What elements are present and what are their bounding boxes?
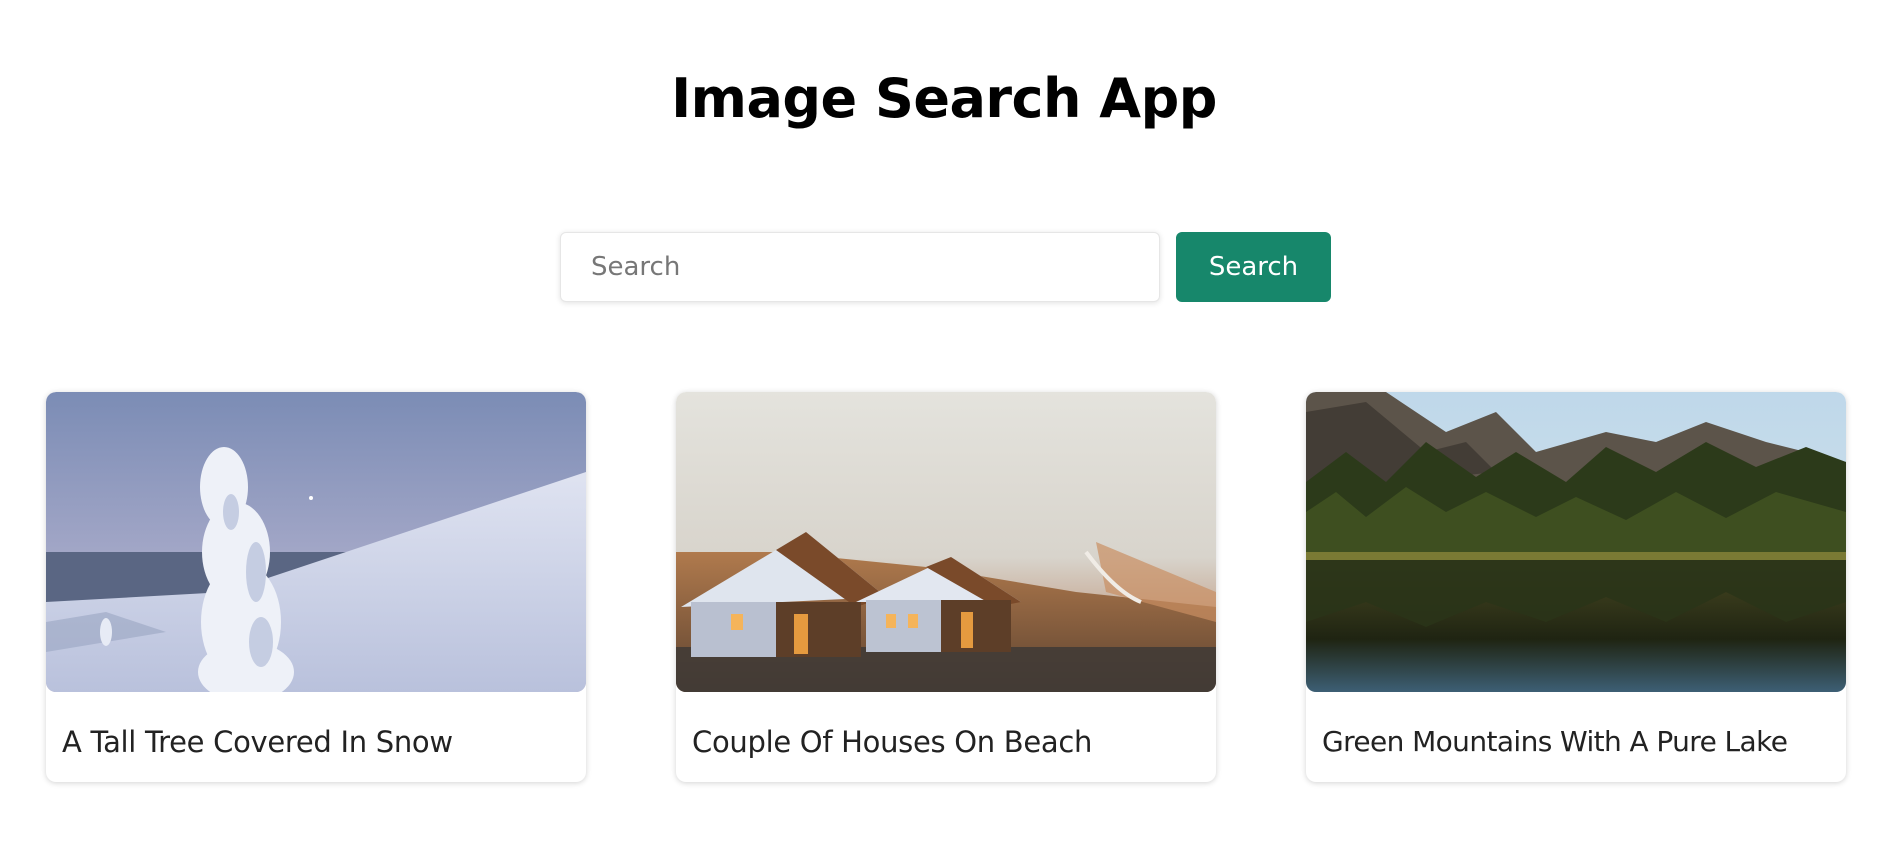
- result-card[interactable]: Couple Of Houses On Beach: [676, 392, 1216, 782]
- page-title: Image Search App: [671, 67, 1217, 130]
- result-card[interactable]: A Tall Tree Covered In Snow: [46, 392, 586, 782]
- result-caption: A Tall Tree Covered In Snow: [62, 725, 453, 759]
- search-input[interactable]: [560, 232, 1160, 302]
- result-caption: Couple Of Houses On Beach: [692, 725, 1093, 759]
- houses-on-beach-photo[interactable]: [676, 392, 1216, 692]
- mountains-lake-photo[interactable]: [1306, 392, 1846, 692]
- search-form: Search: [560, 232, 1331, 302]
- search-button[interactable]: Search: [1176, 232, 1331, 302]
- results-grid: A Tall Tree Covered In Snow Couple Of Ho…: [46, 392, 1846, 782]
- image-search-page: Image Search App Search Search A Tall Tr…: [0, 0, 1888, 852]
- result-card[interactable]: Green Mountains With A Pure Lake: [1306, 392, 1846, 782]
- snow-covered-tree-photo[interactable]: [46, 392, 586, 692]
- result-caption: Green Mountains With A Pure Lake: [1322, 725, 1788, 758]
